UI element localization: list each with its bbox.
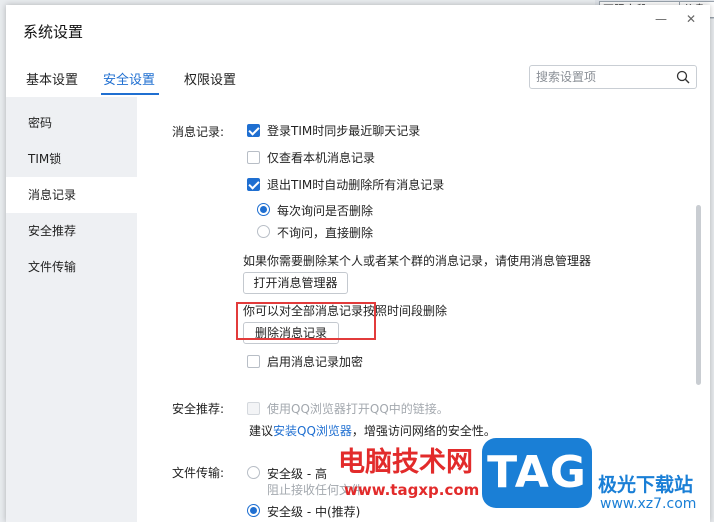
ask-each-label: 每次询问是否删除 — [277, 204, 374, 218]
suggest-suffix: ，增强访问网络的安全性。 — [351, 424, 496, 438]
file-section-label: 文件传输: — [172, 466, 225, 480]
auto-delete-checkbox[interactable] — [247, 178, 260, 191]
search-box — [529, 65, 697, 89]
no-ask-radio[interactable] — [257, 225, 270, 238]
minimize-icon[interactable]: — — [653, 11, 669, 27]
search-input[interactable] — [536, 69, 671, 85]
active-tab-indicator — [101, 93, 159, 95]
sidebar-item-password[interactable]: 密码 — [6, 105, 137, 141]
settings-sidebar: 密码 TIM锁 消息记录 安全推荐 文件传输 — [6, 97, 137, 522]
level-mid-radio[interactable] — [247, 504, 260, 517]
suggest-prefix: 建议 — [249, 424, 274, 438]
sync-recent-checkbox[interactable] — [247, 124, 260, 137]
install-qq-browser-link[interactable]: 安装QQ浏览器 — [273, 424, 352, 438]
tab-basic-settings[interactable]: 基本设置 — [26, 69, 78, 88]
ask-each-radio[interactable] — [257, 203, 270, 216]
tab-security-settings[interactable]: 安全设置 — [103, 69, 155, 88]
watermark-url: www.tagxp.com — [344, 481, 480, 499]
manager-hint-text: 如果你需要删除某个人或者某个群的消息记录，请使用消息管理器 — [243, 254, 592, 268]
tab-permission-settings[interactable]: 权限设置 — [184, 69, 236, 88]
sidebar-item-file-transfer[interactable]: 文件传输 — [6, 249, 137, 285]
search-icon[interactable] — [676, 70, 690, 84]
open-manager-button[interactable]: 打开消息管理器 — [243, 272, 348, 294]
level-high-radio[interactable] — [247, 466, 260, 479]
watermark-tag-logo: TAG — [482, 438, 592, 508]
content-scrollbar[interactable] — [696, 205, 701, 385]
level-mid-label: 安全级 - 中(推荐) — [267, 505, 361, 519]
highlight-box — [236, 302, 376, 340]
watermark-right-url: www.xz7.com — [600, 496, 697, 512]
encrypt-checkbox[interactable] — [247, 355, 260, 368]
no-ask-label: 不询问，直接删除 — [277, 226, 374, 240]
local-only-label: 仅查看本机消息记录 — [267, 151, 376, 165]
encrypt-label: 启用消息记录加密 — [267, 355, 364, 369]
close-icon[interactable]: ✕ — [683, 11, 699, 27]
local-only-checkbox[interactable] — [247, 151, 260, 164]
recommend-section-label: 安全推荐: — [172, 402, 225, 416]
use-qq-browser-checkbox[interactable] — [247, 402, 260, 415]
browser-suggestion: 建议安装QQ浏览器，增强访问网络的安全性。 — [249, 422, 496, 439]
window-title: 系统设置 — [23, 23, 84, 41]
sidebar-item-security-recommend[interactable]: 安全推荐 — [6, 213, 137, 249]
sidebar-item-message-history[interactable]: 消息记录 — [6, 177, 137, 213]
watermark-right-name: 极光下载站 — [598, 474, 694, 496]
auto-delete-label: 退出TIM时自动删除所有消息记录 — [267, 178, 445, 192]
use-qq-browser-label: 使用QQ浏览器打开QQ中的链接。 — [267, 402, 449, 416]
sidebar-item-tim-lock[interactable]: TIM锁 — [6, 141, 137, 177]
sync-recent-label: 登录TIM时同步最近聊天记录 — [267, 124, 421, 138]
level-high-label: 安全级 - 高 — [267, 467, 327, 481]
watermark-site-name: 电脑技术网 — [338, 447, 473, 478]
message-section-label: 消息记录: — [172, 125, 225, 139]
